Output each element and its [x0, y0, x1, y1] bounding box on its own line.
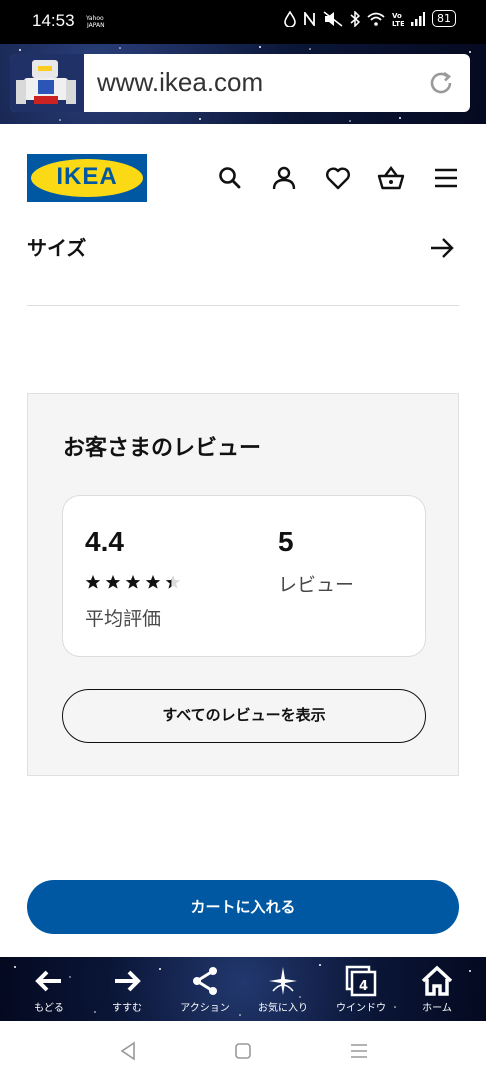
action-label: アクション [180, 1003, 230, 1014]
search-icon[interactable] [216, 164, 244, 192]
status-bar: 14:53 Yahoo JAPAN Vo LTE 81 [0, 0, 486, 44]
back-button[interactable]: もどる [10, 957, 88, 1021]
favorites-icon [269, 967, 297, 995]
logo-text: IKEA [56, 163, 118, 190]
back-arrow-icon [35, 970, 61, 992]
divider [27, 305, 459, 306]
url-field[interactable]: www.ikea.com [10, 54, 470, 112]
home-icon [421, 965, 453, 996]
signal-icon [411, 11, 425, 26]
account-icon[interactable] [270, 164, 298, 192]
star-icon [165, 575, 181, 589]
basket-icon[interactable] [377, 164, 405, 192]
bluetooth-icon [350, 10, 360, 27]
size-label: サイズ [27, 236, 87, 260]
forward-button[interactable]: すすむ [88, 957, 166, 1021]
svg-text:LTE: LTE [392, 20, 404, 27]
windows-button[interactable]: 4 ウインドウ [322, 957, 400, 1021]
reviews-title: お客さまのレビュー [63, 436, 262, 461]
rating-stars [85, 574, 181, 590]
battery-icon: 81 [432, 10, 456, 27]
nav-back-icon[interactable] [116, 1039, 140, 1063]
review-count-value: 5 [278, 526, 294, 557]
nav-home-icon[interactable] [231, 1039, 255, 1063]
svg-text:Vo: Vo [392, 12, 402, 20]
average-rating-label: 平均評価 [85, 608, 162, 630]
svg-text:Yahoo: Yahoo [86, 15, 104, 22]
nav-recents-icon[interactable] [347, 1039, 371, 1063]
status-icons: Vo LTE 81 [284, 10, 456, 27]
star-icon [105, 575, 121, 589]
forward-label: すすむ [112, 1003, 142, 1014]
reviews-panel: お客さまのレビュー 4.4 平均評価 5 レビュー すべてのレビューを表示 [27, 393, 459, 776]
heart-icon[interactable] [324, 164, 352, 192]
arrow-right-icon[interactable] [428, 234, 456, 262]
forward-arrow-icon [115, 970, 141, 992]
volte-icon: VoLTE [392, 12, 404, 27]
system-nav-bar [0, 1021, 486, 1080]
browser-address-bar: www.ikea.com [0, 44, 486, 124]
favorites-label: お気に入り [258, 1003, 308, 1014]
star-icon [85, 575, 101, 589]
home-label: ホーム [422, 1003, 452, 1014]
robot-avatar-icon [10, 54, 84, 112]
browser-toolbar: もどる すすむ アクション お気に入り 4 ウインドウ ホーム [0, 957, 486, 1021]
yahoo-app-icon: Yahoo JAPAN [85, 14, 106, 30]
action-button[interactable]: アクション [166, 957, 244, 1021]
ikea-logo[interactable]: IKEA [27, 154, 147, 202]
svg-text:JAPAN: JAPAN [86, 22, 105, 28]
reload-icon[interactable] [426, 68, 456, 98]
star-icon [125, 575, 141, 589]
nfc-icon [304, 11, 315, 26]
average-rating-value: 4.4 [85, 526, 124, 557]
window-count: 4 [359, 979, 368, 994]
share-icon [193, 967, 217, 995]
url-text: www.ikea.com [97, 67, 264, 97]
mute-icon [323, 10, 343, 27]
home-button[interactable]: ホーム [398, 957, 476, 1021]
droplet-icon [284, 10, 296, 27]
show-all-reviews-button[interactable]: すべてのレビューを表示 [62, 689, 426, 743]
windows-icon: 4 [345, 965, 377, 997]
status-time: 14:53 [32, 11, 75, 30]
favorites-button[interactable]: お気に入り [244, 957, 322, 1021]
reviews-summary-card: 4.4 平均評価 5 レビュー [62, 495, 426, 657]
star-icon [145, 575, 161, 589]
back-label: もどる [34, 1003, 64, 1014]
add-to-cart-button[interactable]: カートに入れる [27, 880, 459, 934]
wifi-icon [367, 12, 385, 26]
windows-label: ウインドウ [336, 1003, 386, 1014]
menu-icon[interactable] [432, 164, 460, 192]
review-count-label: レビュー [278, 574, 355, 596]
